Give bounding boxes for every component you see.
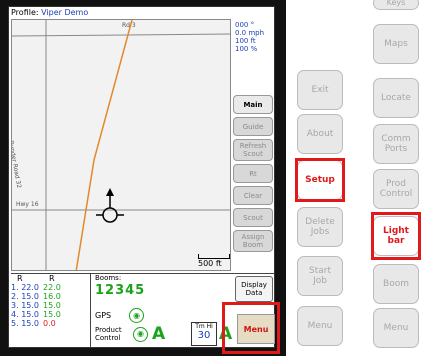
device-screen: Profile: Viper Demo Rd 3 Bunder Road 32 … — [8, 6, 275, 348]
percent-readout: 100 % — [235, 45, 258, 53]
profile-name: Viper Demo — [41, 8, 89, 17]
gps-status-icon: ◉ — [129, 308, 145, 323]
booms-value: 12345 — [95, 283, 146, 298]
exit-button[interactable]: Exit — [297, 70, 343, 110]
main-button[interactable]: Main — [233, 95, 273, 114]
rates-row: 5. 15.0 0.0 — [11, 319, 56, 328]
refresh-scout-button[interactable]: Refresh Scout — [233, 139, 273, 161]
keys-button[interactable]: Keys — [373, 0, 419, 10]
rt-button[interactable]: Rt — [233, 164, 273, 183]
heading-readout: 000 ° — [235, 21, 255, 29]
menu-highlight — [222, 302, 280, 354]
clear-button[interactable]: Clear — [233, 186, 273, 205]
delete-jobs-button[interactable]: Delete Jobs — [297, 207, 343, 247]
road-top — [12, 33, 230, 37]
map-tools: ▣ⓘ✥⌕◫▦ — [122, 268, 193, 270]
maps-button[interactable]: Maps — [373, 24, 419, 64]
rates-row: 2. 15.0 16.0 — [11, 292, 61, 301]
road-label-bottom: Hwy 16 — [16, 201, 39, 208]
start-job-button[interactable]: Start Job — [297, 256, 343, 296]
status-readouts: 000 ° 0.0 mph 100 ft 100 % — [235, 21, 264, 53]
comm-ports-button[interactable]: Comm Ports — [373, 124, 419, 164]
setup-highlight — [295, 158, 345, 202]
gps-label: GPS — [95, 311, 112, 320]
prod-control-button[interactable]: Prod Control — [373, 169, 419, 209]
guide-button[interactable]: Guide — [233, 117, 273, 136]
time-label: Tm Hi — [195, 323, 213, 330]
profile-header: Profile: Viper Demo — [11, 8, 88, 17]
product-control-icon[interactable]: ◉ — [133, 326, 148, 342]
width-readout: 100 ft — [235, 37, 256, 45]
product-control: Product Control ◉ A — [95, 326, 165, 343]
rates-row: 3. 15.0 15.0 — [11, 301, 61, 310]
locate-button[interactable]: Locate — [373, 78, 419, 118]
profile-label: Profile: — [11, 8, 39, 17]
road-label-top: Rd 3 — [122, 22, 136, 29]
booms-label: Booms: — [95, 274, 122, 282]
about-button[interactable]: About — [297, 114, 343, 154]
rates-header: RR — [17, 274, 55, 283]
middle-menu-button[interactable]: Menu — [297, 306, 343, 346]
gps-status: GPS ◉ — [95, 308, 145, 323]
assign-boom-button[interactable]: Assign Boom — [233, 230, 273, 252]
display-data-button[interactable]: Display Data — [235, 276, 273, 302]
light-bar-highlight — [371, 212, 421, 260]
route-path — [75, 20, 133, 270]
product-control-label: Product Control — [95, 326, 122, 342]
map-graphics — [12, 20, 230, 270]
right-menu-button[interactable]: Menu — [373, 308, 419, 348]
rates-row: 1. 22.0 22.0 — [11, 283, 61, 292]
scale-bar: 500 ft — [198, 254, 230, 268]
auto-mode-icon[interactable]: A — [152, 326, 165, 343]
time-box: Tm Hi 30 — [191, 322, 217, 346]
scale-label: 500 ft — [198, 259, 222, 268]
vehicle-marker-icon — [96, 188, 124, 223]
rates-row: 4. 15.0 15.0 — [11, 310, 61, 319]
time-value: 30 — [197, 330, 211, 341]
boom-button[interactable]: Boom — [373, 264, 419, 304]
rates-table: RR 1. 22.0 22.0 2. 15.0 16.0 3. 15.0 15.0 4… — [11, 274, 91, 348]
scout-button[interactable]: Scout — [233, 208, 273, 227]
speed-readout: 0.0 mph — [235, 29, 265, 37]
device-frame: Profile: Viper Demo Rd 3 Bunder Road 32 … — [0, 0, 286, 356]
map-view[interactable]: Rd 3 Bunder Road 32 Hwy 16 500 ft ▣ⓘ✥⌕◫▦ — [11, 19, 231, 271]
